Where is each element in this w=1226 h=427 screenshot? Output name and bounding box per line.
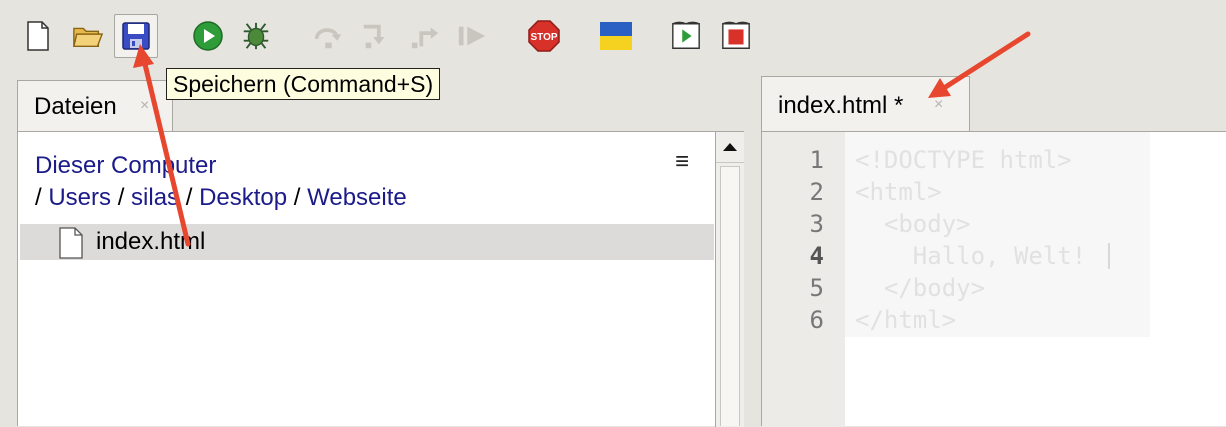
files-panel: Dieser Computer / Users / silas / Deskto… xyxy=(17,131,744,427)
debug-button[interactable] xyxy=(240,20,272,52)
scroll-up-arrow-icon[interactable] xyxy=(716,132,744,163)
run-in-terminal-button[interactable] xyxy=(670,20,702,52)
step-into-icon xyxy=(363,24,385,49)
line-number-gutter: 1 2 3 4 5 6 xyxy=(762,132,845,427)
files-menu-icon[interactable]: ≡ xyxy=(675,148,689,176)
breadcrumb-webseite[interactable]: Webseite xyxy=(307,184,407,211)
stop-label: STOP xyxy=(530,32,557,43)
line-number: 6 xyxy=(809,306,824,334)
breadcrumb-separator: / xyxy=(293,184,301,211)
breadcrumb-root[interactable]: Dieser Computer xyxy=(35,152,216,179)
tab-editor-file[interactable]: index.html * × xyxy=(761,76,970,132)
file-list-item[interactable]: index.html xyxy=(20,224,714,260)
save-tooltip: Speichern (Command+S) xyxy=(166,68,441,100)
code-line: Hallo, Welt! xyxy=(855,242,1087,270)
line-number-current: 4 xyxy=(809,242,824,270)
breadcrumb-users[interactable]: Users xyxy=(48,184,111,211)
open-folder-icon xyxy=(72,27,104,48)
tab-editor-close-icon[interactable]: × xyxy=(934,96,943,114)
breadcrumb-silas[interactable]: silas xyxy=(131,184,179,211)
code-line: <body> xyxy=(855,210,971,238)
ukraine-flag-button[interactable] xyxy=(598,20,634,52)
code-line: <!DOCTYPE html> xyxy=(855,146,1072,174)
tab-files-close-icon[interactable]: × xyxy=(140,97,149,115)
stop-button[interactable]: STOP xyxy=(526,20,562,52)
tab-files[interactable]: Dateien × xyxy=(17,80,173,132)
breadcrumb-separator: / xyxy=(117,184,125,211)
breadcrumb: Dieser Computer / Users / silas / Deskto… xyxy=(35,150,407,214)
resume-button[interactable] xyxy=(456,20,488,52)
tab-editor-label: index.html * xyxy=(778,92,904,119)
line-number: 3 xyxy=(809,210,824,238)
file-icon xyxy=(58,227,84,264)
step-into-button[interactable] xyxy=(360,20,392,52)
step-over-icon xyxy=(314,28,342,49)
line-number: 5 xyxy=(809,274,824,302)
save-button[interactable] xyxy=(114,14,158,58)
new-file-icon xyxy=(27,21,49,51)
run-button[interactable] xyxy=(192,20,224,52)
run-icon xyxy=(193,21,223,51)
code-line: </body> xyxy=(855,274,986,302)
files-scrollbar[interactable] xyxy=(715,132,744,427)
line-number: 1 xyxy=(809,146,824,174)
tab-files-label: Dateien xyxy=(34,93,117,120)
open-folder-button[interactable] xyxy=(72,20,104,52)
breadcrumb-desktop[interactable]: Desktop xyxy=(199,184,287,211)
stop-icon: STOP xyxy=(528,20,560,52)
ukraine-flag-icon xyxy=(600,22,632,50)
code-line: </html> xyxy=(855,306,957,334)
stop-in-terminal-button[interactable] xyxy=(720,20,752,52)
text-caret xyxy=(1108,243,1110,269)
new-file-button[interactable] xyxy=(22,20,54,52)
breadcrumb-separator: / xyxy=(35,184,42,211)
resume-icon xyxy=(458,26,486,46)
step-out-icon xyxy=(411,27,439,49)
step-over-button[interactable] xyxy=(312,20,344,52)
scroll-thumb[interactable] xyxy=(720,166,740,426)
toolbar: STOP xyxy=(0,0,1226,76)
debug-bug-icon xyxy=(243,22,269,50)
line-number: 2 xyxy=(809,178,824,206)
save-icon xyxy=(122,22,150,50)
code-line: <html> xyxy=(855,178,942,206)
step-out-button[interactable] xyxy=(410,20,442,52)
file-name: index.html xyxy=(96,228,206,255)
code-editor[interactable]: 1 2 3 4 5 6 <!DOCTYPE html> <html> <body… xyxy=(761,131,1226,427)
run-in-terminal-icon xyxy=(672,21,700,49)
breadcrumb-separator: / xyxy=(185,184,193,211)
stop-in-terminal-icon xyxy=(722,21,750,49)
